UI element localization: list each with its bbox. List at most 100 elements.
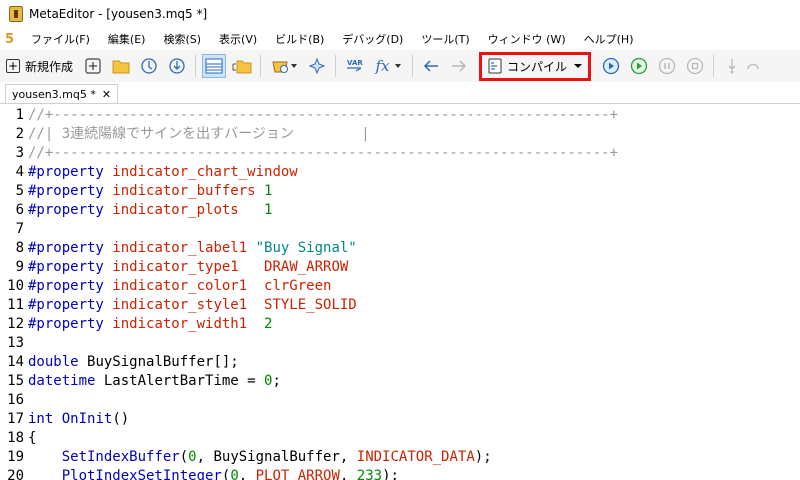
code-text: () [112, 411, 130, 427]
menu-window[interactable]: ウィンドウ (W) [488, 31, 566, 47]
stop-button[interactable] [683, 54, 707, 78]
menu-view[interactable]: 表示(V) [219, 31, 257, 47]
number-literal: 0 [230, 468, 239, 480]
start-real-data-button[interactable] [599, 54, 623, 78]
property-name: indicator_plots [112, 202, 239, 218]
compile-label: コンパイル [507, 59, 568, 74]
code-line: 14 double BuySignalBuffer[]; [0, 353, 800, 372]
svg-text:VAR: VAR [347, 59, 363, 67]
start-history-data-button[interactable] [627, 54, 651, 78]
metaeditor-app-icon [9, 6, 23, 22]
step-over-button[interactable] [746, 54, 760, 78]
code-line: 5 #property indicator_buffers 1 [0, 182, 800, 201]
download-icon [169, 58, 185, 74]
pause-button[interactable] [655, 54, 679, 78]
ai-assistant-button[interactable] [305, 54, 329, 78]
chevron-down-icon[interactable] [574, 64, 583, 68]
step-over-icon [747, 63, 759, 70]
code-editor[interactable]: 1//+------------------------------------… [0, 104, 800, 480]
compile-button[interactable]: コンパイル [479, 51, 592, 81]
keyword: #property [28, 297, 104, 313]
code-text: , [238, 468, 256, 480]
property-name: indicator_type1 [112, 259, 239, 275]
comment: //+-------------------------------------… [28, 107, 619, 123]
property-name: indicator_chart_window [112, 164, 298, 180]
code-line: 11 #property indicator_style1 STYLE_SOLID [0, 296, 800, 315]
insert-variable-button[interactable]: VAR [342, 54, 366, 78]
menu-help[interactable]: ヘルプ(H) [584, 31, 634, 47]
line-number: 17 [7, 411, 24, 427]
toolbar-separator [412, 55, 414, 77]
line-number: 1 [15, 107, 24, 123]
string-literal: "Buy Signal" [255, 240, 357, 256]
compile-icon [488, 58, 502, 74]
line-number: 13 [7, 335, 24, 351]
code-line: 18{ [0, 429, 800, 448]
line-number: 19 [7, 449, 24, 465]
menu-build[interactable]: ビルド(B) [275, 31, 324, 47]
new-project-button[interactable] [81, 54, 105, 78]
sparkle-icon [308, 57, 326, 75]
constant: clrGreen [264, 278, 332, 294]
menu-file[interactable]: ファイル(F) [31, 31, 90, 47]
window-title: MetaEditor - [yousen3.mq5 *] [29, 7, 208, 21]
keyword: int [28, 411, 54, 427]
forward-button[interactable] [447, 54, 471, 78]
chevron-down-icon [394, 64, 401, 68]
number-literal: 1 [264, 183, 273, 199]
number-literal: 2 [264, 316, 273, 332]
navigator-button[interactable] [230, 54, 254, 78]
basket-icon [272, 61, 289, 73]
code-text: , BuySignalBuffer, [196, 449, 357, 465]
history-button[interactable] [137, 54, 161, 78]
new-file-button[interactable]: + 新規作成 [2, 54, 77, 78]
code-line: 13 [0, 334, 800, 353]
step-into-button[interactable] [720, 54, 744, 78]
pause-circle-icon [658, 57, 676, 75]
code-line: 8 #property indicator_label1 "Buy Signal" [0, 239, 800, 258]
constant: STYLE_SOLID [264, 297, 357, 313]
menu-search[interactable]: 検索(S) [163, 31, 201, 47]
tab-yousen3[interactable]: yousen3.mq5 * ✕ [5, 84, 119, 103]
line-number: 18 [7, 430, 24, 446]
line-number: 9 [15, 259, 24, 275]
toolbar: + 新規作成 VAR fx コンパイル [0, 50, 800, 83]
property-name: indicator_label1 [112, 240, 248, 256]
keyword: #property [28, 259, 104, 275]
menu-edit[interactable]: 編集(E) [108, 31, 146, 47]
arrow-right-icon [452, 60, 467, 72]
code-line: 7 [0, 220, 800, 239]
code-text: ); [382, 468, 399, 480]
insert-function-button[interactable]: fx [370, 54, 406, 78]
folder-icon [112, 60, 130, 74]
menu-debug[interactable]: デバッグ(D) [342, 31, 403, 47]
chevron-down-icon [291, 64, 298, 68]
menu-tools[interactable]: ツール(T) [421, 31, 469, 47]
code-line: 4 #property indicator_chart_window [0, 163, 800, 182]
function-name: OnInit [61, 411, 113, 427]
code-text: LastAlertBarTime = [103, 373, 265, 389]
code-text: ( [179, 449, 189, 465]
market-button[interactable] [267, 54, 301, 78]
code-line: 12 #property indicator_width1 2 [0, 315, 800, 334]
close-icon[interactable]: ✕ [102, 88, 111, 101]
clock-arrow-icon [141, 58, 157, 74]
line-number: 20 [7, 468, 24, 480]
number-literal: 1 [264, 202, 273, 218]
number-literal: 233 [356, 468, 383, 480]
keyword: #property [28, 164, 104, 180]
folder-tree-icon [232, 60, 252, 74]
code-line: 3//+------------------------------------… [0, 144, 800, 163]
variable-icon: VAR [347, 59, 363, 72]
download-button[interactable] [165, 54, 189, 78]
function-icon: fx [375, 57, 390, 75]
code-line: 1//+------------------------------------… [0, 106, 800, 125]
toolbar-separator [260, 55, 262, 77]
line-number: 15 [7, 373, 24, 389]
open-folder-button[interactable] [109, 54, 133, 78]
back-button[interactable] [419, 54, 443, 78]
toggle-toolbox-button[interactable] [202, 54, 227, 78]
constant: DRAW_ARROW [264, 259, 349, 275]
keyword: #property [28, 316, 104, 332]
code-line: 15 datetime LastAlertBarTime = 0; [0, 372, 800, 391]
